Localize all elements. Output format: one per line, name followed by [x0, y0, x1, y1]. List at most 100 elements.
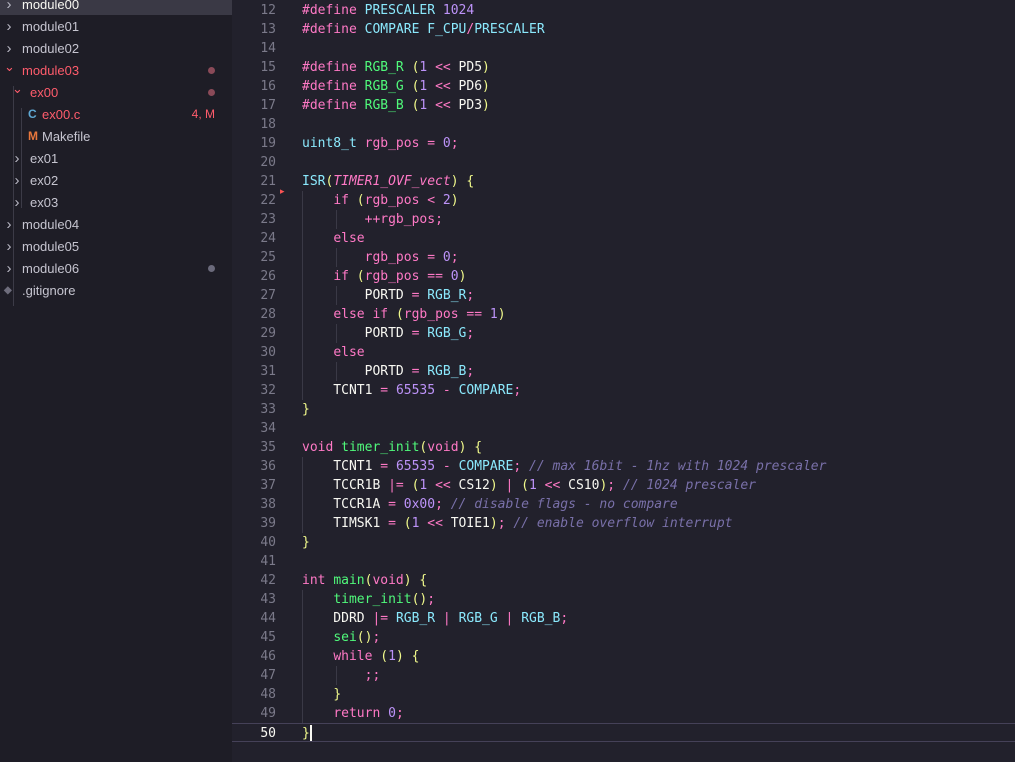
code-line[interactable]: 12 #define PRESCALER 1024	[232, 1, 1015, 20]
code-line[interactable]: 23 ++rgb_pos;	[232, 210, 1015, 229]
line-number: 15	[260, 60, 276, 75]
tree-item-label: module03	[22, 62, 80, 78]
tree-item-label: module06	[22, 260, 80, 276]
tree-item-label: ex01	[30, 150, 59, 166]
code-text: if (rgb_pos < 2)	[333, 193, 459, 208]
tree-item-module00[interactable]: › module00	[0, 0, 232, 15]
chevron-right-icon: ›	[6, 0, 12, 13]
code-line[interactable]: 27 PORTD = RGB_R;	[232, 286, 1015, 305]
tree-item-label: module00	[22, 0, 80, 12]
tree-item-makefile[interactable]: M Makefile	[0, 125, 232, 147]
code-line[interactable]: 25 rgb_pos = 0;	[232, 248, 1015, 267]
code-line[interactable]: 49 return 0;	[232, 704, 1015, 723]
code-line[interactable]: 17 #define RGB_B (1 << PD3)	[232, 96, 1015, 115]
code-line[interactable]: 50}	[232, 723, 1015, 742]
code-line[interactable]: 19 uint8_t rgb_pos = 0;	[232, 134, 1015, 153]
code-line[interactable]: 44 DDRD |= RGB_R | RGB_G | RGB_B;	[232, 609, 1015, 628]
code-text: }	[333, 687, 342, 702]
line-number: 25	[260, 250, 276, 265]
code-text: }	[302, 402, 310, 417]
tree-item-module06[interactable]: › module06	[0, 257, 232, 279]
code-line[interactable]: 30 else	[232, 343, 1015, 362]
code-line[interactable]: 31 PORTD = RGB_B;	[232, 362, 1015, 381]
code-line[interactable]: 39 TIMSK1 = (1 << TOIE1); // enable over…	[232, 514, 1015, 533]
tree-item--gitignore[interactable]: ◆ .gitignore	[0, 279, 232, 301]
code-line[interactable]: 14	[232, 39, 1015, 58]
code-line[interactable]: 37 TCCR1B |= (1 << CS12) | (1 << CS10); …	[232, 476, 1015, 495]
code-text: ISR(TIMER1_OVF_vect) {	[302, 174, 475, 189]
code-line[interactable]: 18	[232, 115, 1015, 134]
code-line[interactable]: 15 #define RGB_R (1 << PD5)	[232, 58, 1015, 77]
line-number: 47	[260, 668, 276, 683]
line-number: 19	[260, 136, 276, 151]
tree-item-ex03[interactable]: › ex03	[0, 191, 232, 213]
code-line[interactable]: 41	[232, 552, 1015, 571]
code-line[interactable]: 16 #define RGB_G (1 << PD6)	[232, 77, 1015, 96]
code-text: void timer_init(void) {	[302, 440, 483, 455]
code-text: PORTD = RGB_G;	[302, 326, 475, 341]
code-text: TCCR1A = 0x00; // disable flags - no com…	[302, 497, 678, 512]
tree-item-module04[interactable]: › module04	[0, 213, 232, 235]
code-line[interactable]: 38 TCCR1A = 0x00; // disable flags - no …	[232, 495, 1015, 514]
modified-dot-icon	[208, 66, 215, 74]
line-number: 41	[260, 554, 276, 569]
code-line[interactable]: 35 void timer_init(void) {	[232, 438, 1015, 457]
code-line[interactable]: 34	[232, 419, 1015, 438]
code-line[interactable]: 13 #define COMPARE F_CPU/PRESCALER	[232, 20, 1015, 39]
code-text: else	[333, 231, 365, 246]
code-text: ++rgb_pos;	[364, 212, 443, 227]
line-number: 24	[260, 231, 276, 246]
modified-dot-icon	[208, 264, 215, 272]
code-line[interactable]: 32 TCNT1 = 65535 - COMPARE;	[232, 381, 1015, 400]
code-line[interactable]: 26 if (rgb_pos == 0)	[232, 267, 1015, 286]
tree-item-module02[interactable]: › module02	[0, 37, 232, 59]
code-line[interactable]: 42 int main(void) {	[232, 571, 1015, 590]
code-line[interactable]: 40}	[232, 533, 1015, 552]
tree-item-label: ex00.c	[42, 106, 81, 122]
tree-item-ex02[interactable]: › ex02	[0, 169, 232, 191]
tree-item-label: module01	[22, 18, 80, 34]
code-line[interactable]: 43 timer_init();	[232, 590, 1015, 609]
line-number: 36	[260, 459, 276, 474]
chevron-right-icon: ›	[6, 39, 12, 57]
breakpoint-marker-icon[interactable]: ▸	[280, 186, 285, 197]
code-line[interactable]: 48 }	[232, 685, 1015, 704]
line-number: 32	[260, 383, 276, 398]
line-number: 17	[260, 98, 276, 113]
code-line[interactable]: 21 ISR(TIMER1_OVF_vect) {	[232, 172, 1015, 191]
code-line[interactable]: 22 if (rgb_pos < 2)	[232, 191, 1015, 210]
code-line[interactable]: 28 else if (rgb_pos == 1)	[232, 305, 1015, 324]
line-number: 27	[260, 288, 276, 303]
tree-item-module01[interactable]: › module01	[0, 15, 232, 37]
tree-item-ex01[interactable]: › ex01	[0, 147, 232, 169]
tree-item-ex00[interactable]: ⌄ ex00	[0, 81, 232, 103]
code-line[interactable]: 20	[232, 153, 1015, 172]
line-number: 33	[260, 402, 276, 417]
tree-item-module03[interactable]: ⌄ module03	[0, 59, 232, 81]
code-line[interactable]: 33}	[232, 400, 1015, 419]
line-number: 14	[260, 41, 276, 56]
problem-badge: 4, M	[191, 107, 215, 121]
code-line[interactable]: 47 ;;	[232, 666, 1015, 685]
line-number: 38	[260, 497, 276, 512]
line-number: 12	[260, 3, 276, 18]
code-text: while (1) {	[333, 649, 420, 664]
code-text: DDRD |= RGB_R | RGB_G | RGB_B;	[302, 611, 569, 626]
code-line[interactable]: 36 TCNT1 = 65535 - COMPARE; // max 16bit…	[232, 457, 1015, 476]
code-editor[interactable]: 12 #define PRESCALER 1024 13 #define COMPAR…	[232, 0, 1015, 762]
line-number: 44	[260, 611, 276, 626]
tree-item-ex00-c[interactable]: Cex00.c 4, M	[0, 103, 232, 125]
line-number: 46	[260, 649, 276, 664]
line-number: 43	[260, 592, 276, 607]
code-text: ;;	[364, 668, 381, 683]
line-number: 45	[260, 630, 276, 645]
code-line[interactable]: 24 else	[232, 229, 1015, 248]
tree-item-module05[interactable]: › module05	[0, 235, 232, 257]
code-line[interactable]: 45 sei();	[232, 628, 1015, 647]
code-line[interactable]: 46 while (1) {	[232, 647, 1015, 666]
code-text: sei();	[333, 630, 381, 645]
code-text: if (rgb_pos == 0)	[333, 269, 467, 284]
code-line[interactable]: 29 PORTD = RGB_G;	[232, 324, 1015, 343]
chevron-right-icon: ›	[6, 17, 12, 35]
line-number: 23	[260, 212, 276, 227]
